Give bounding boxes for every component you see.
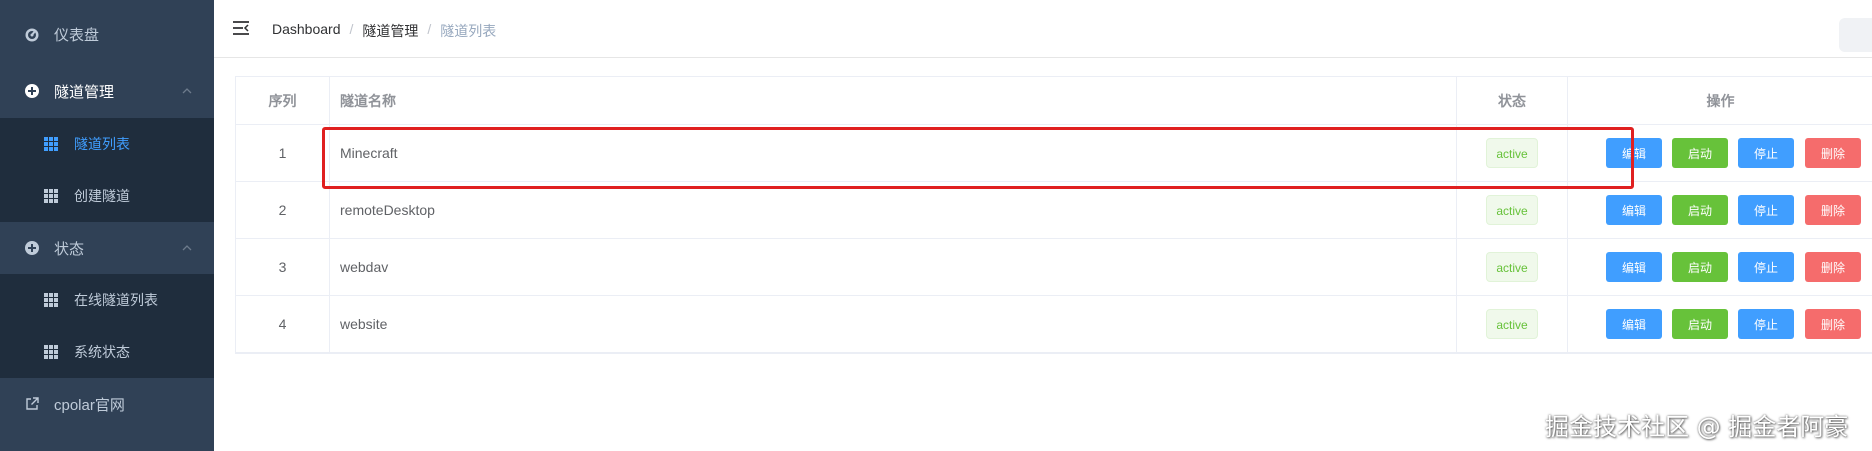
breadcrumb-tunnel-management[interactable]: 隧道管理 xyxy=(362,21,418,41)
delete-button[interactable]: 删除 xyxy=(1805,138,1861,168)
row-index: 4 xyxy=(236,296,330,352)
delete-button[interactable]: 删除 xyxy=(1805,195,1861,225)
delete-button[interactable]: 删除 xyxy=(1805,309,1861,339)
circle-plus-icon xyxy=(24,83,40,99)
header-status: 状态 xyxy=(1457,77,1568,124)
header-ops: 操作 xyxy=(1706,92,1735,109)
delete-button[interactable]: 删除 xyxy=(1805,252,1861,282)
table-row: 2 remoteDesktop active 编辑 启动 停止 删除 xyxy=(236,182,1872,239)
stop-button[interactable]: 停止 xyxy=(1738,138,1794,168)
stop-button[interactable]: 停止 xyxy=(1738,252,1794,282)
grid-icon xyxy=(44,345,58,359)
sidebar-item-dashboard[interactable]: 仪表盘 xyxy=(0,8,214,60)
grid-icon xyxy=(44,189,58,203)
grid-icon xyxy=(44,293,58,307)
sidebar-item-label: 创建隧道 xyxy=(74,188,130,204)
status-badge: active xyxy=(1486,252,1538,282)
status-badge: active xyxy=(1486,309,1538,339)
status-cell: active xyxy=(1457,125,1568,181)
dashboard-icon xyxy=(24,26,40,42)
row-index: 1 xyxy=(236,125,330,181)
ops-cell: 编辑 启动 停止 删除 xyxy=(1568,239,1872,295)
sidebar-item-system-status[interactable]: 系统状态 xyxy=(0,326,214,378)
sidebar-item-tunnel-list[interactable]: 隧道列表 xyxy=(0,118,214,170)
sidebar-item-tunnel-management[interactable]: 隧道管理 xyxy=(0,65,214,117)
table-row: 1 Minecraft active 编辑 启动 停止 删除 xyxy=(236,125,1872,182)
row-name: webdav xyxy=(330,239,1457,295)
watermark: 掘金技术社区 @ 掘金者阿豪 xyxy=(1545,413,1849,441)
start-button[interactable]: 启动 xyxy=(1672,252,1728,282)
edit-button[interactable]: 编辑 xyxy=(1606,252,1662,282)
breadcrumb-separator: / xyxy=(349,21,354,37)
table-row: 3 webdav active 编辑 启动 停止 删除 xyxy=(236,239,1872,296)
edit-button[interactable]: 编辑 xyxy=(1606,309,1662,339)
breadcrumb: Dashboard / 隧道管理 / 隧道列表 xyxy=(272,21,496,41)
ops-cell: 编辑 启动 停止 删除 xyxy=(1568,182,1872,238)
start-button[interactable]: 启动 xyxy=(1672,195,1728,225)
status-badge: active xyxy=(1486,195,1538,225)
grid-icon xyxy=(44,137,58,151)
status-badge: active xyxy=(1486,138,1538,168)
sidebar: 仪表盘 隧道管理 隧道列表 创建隧道 状态 在线隧道列表 系统状态 cpolar… xyxy=(0,0,214,451)
sidebar-item-label: 在线隧道列表 xyxy=(74,292,158,308)
breadcrumb-dashboard[interactable]: Dashboard xyxy=(272,21,341,41)
external-link-icon xyxy=(24,396,40,412)
table-header: 序列 隧道名称 状态 操作 xyxy=(236,77,1872,125)
sidebar-item-online-tunnels[interactable]: 在线隧道列表 xyxy=(0,274,214,326)
sidebar-item-label: cpolar官网 xyxy=(54,396,125,414)
ops-cell: 编辑 启动 停止 删除 xyxy=(1568,296,1872,352)
edit-button[interactable]: 编辑 xyxy=(1606,195,1662,225)
sidebar-item-label: 仪表盘 xyxy=(54,26,100,44)
chevron-up-icon xyxy=(180,84,194,98)
status-cell: active xyxy=(1457,239,1568,295)
row-name: website xyxy=(330,296,1457,352)
edit-button[interactable]: 编辑 xyxy=(1606,138,1662,168)
breadcrumb-separator: / xyxy=(427,21,432,37)
stop-button[interactable]: 停止 xyxy=(1738,309,1794,339)
status-cell: active xyxy=(1457,182,1568,238)
row-name: Minecraft xyxy=(330,125,1457,181)
sidebar-item-create-tunnel[interactable]: 创建隧道 xyxy=(0,170,214,222)
sidebar-item-status[interactable]: 状态 xyxy=(0,222,214,274)
hamburger-icon[interactable] xyxy=(232,20,250,36)
avatar[interactable] xyxy=(1839,18,1872,52)
sidebar-item-cpolar-site[interactable]: cpolar官网 xyxy=(0,378,214,430)
circle-plus-icon xyxy=(24,240,40,256)
sidebar-item-label: 状态 xyxy=(54,240,85,258)
row-index: 2 xyxy=(236,182,330,238)
table-row: 4 website active 编辑 启动 停止 删除 xyxy=(236,296,1872,353)
header-index: 序列 xyxy=(236,77,330,124)
start-button[interactable]: 启动 xyxy=(1672,309,1728,339)
stop-button[interactable]: 停止 xyxy=(1738,195,1794,225)
chevron-up-icon xyxy=(180,241,194,255)
status-cell: active xyxy=(1457,296,1568,352)
ops-cell: 编辑 启动 停止 删除 xyxy=(1568,125,1872,181)
sidebar-item-label: 隧道管理 xyxy=(54,83,115,101)
sidebar-item-label: 隧道列表 xyxy=(74,136,130,152)
navbar: Dashboard / 隧道管理 / 隧道列表 xyxy=(214,0,1872,58)
tunnel-table: 序列 隧道名称 状态 操作 1 Minecraft active 编辑 启动 停… xyxy=(235,76,1872,354)
header-name: 隧道名称 xyxy=(330,77,1457,124)
breadcrumb-tunnel-list: 隧道列表 xyxy=(440,23,497,39)
row-name: remoteDesktop xyxy=(330,182,1457,238)
row-index: 3 xyxy=(236,239,330,295)
sidebar-item-label: 系统状态 xyxy=(74,344,130,360)
start-button[interactable]: 启动 xyxy=(1672,138,1728,168)
